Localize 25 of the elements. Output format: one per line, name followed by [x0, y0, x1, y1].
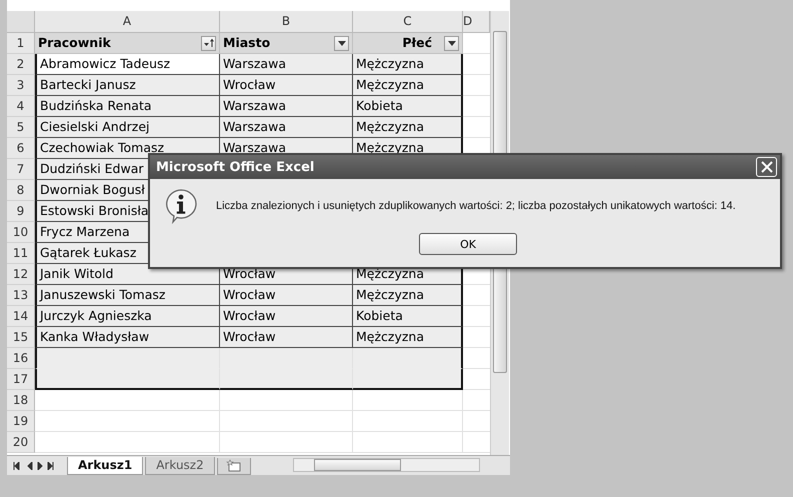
- table-cell: Jurczyk Agnieszka: [35, 306, 220, 327]
- table-cell: Mężczyzna: [353, 54, 463, 75]
- table-cell: Kanka Władysław: [35, 327, 220, 348]
- table-cell: Kobieta: [353, 306, 463, 327]
- table-cell: Warszawa: [220, 54, 353, 75]
- table-cell: Bartecki Janusz: [35, 75, 220, 96]
- table-cell: Budzińska Renata: [35, 96, 220, 117]
- table-cell: Mężczyzna: [353, 117, 463, 138]
- table-cell: Warszawa: [220, 117, 353, 138]
- table-cell: Wrocław: [220, 75, 353, 96]
- column-title: Pracownik: [38, 34, 111, 52]
- table-cell: Mężczyzna: [353, 285, 463, 306]
- table-cell: Warszawa: [220, 96, 353, 117]
- table-cell: Janik Witold: [35, 264, 220, 285]
- table-cell: Ciesielski Andrzej: [35, 117, 220, 138]
- table-cell: Januszewski Tomasz: [35, 285, 220, 306]
- table-cell: Mężczyzna: [353, 75, 463, 96]
- table-cell: Mężczyzna: [353, 327, 463, 348]
- table-cell: Kobieta: [353, 96, 463, 117]
- table-cell: Wrocław: [220, 327, 353, 348]
- table-cell: Abramowicz Tadeusz: [35, 54, 220, 75]
- table-cell: Wrocław: [220, 285, 353, 306]
- table-cell: Wrocław: [220, 306, 353, 327]
- column-title: Płeć: [402, 34, 432, 52]
- column-title: Miasto: [223, 34, 270, 52]
